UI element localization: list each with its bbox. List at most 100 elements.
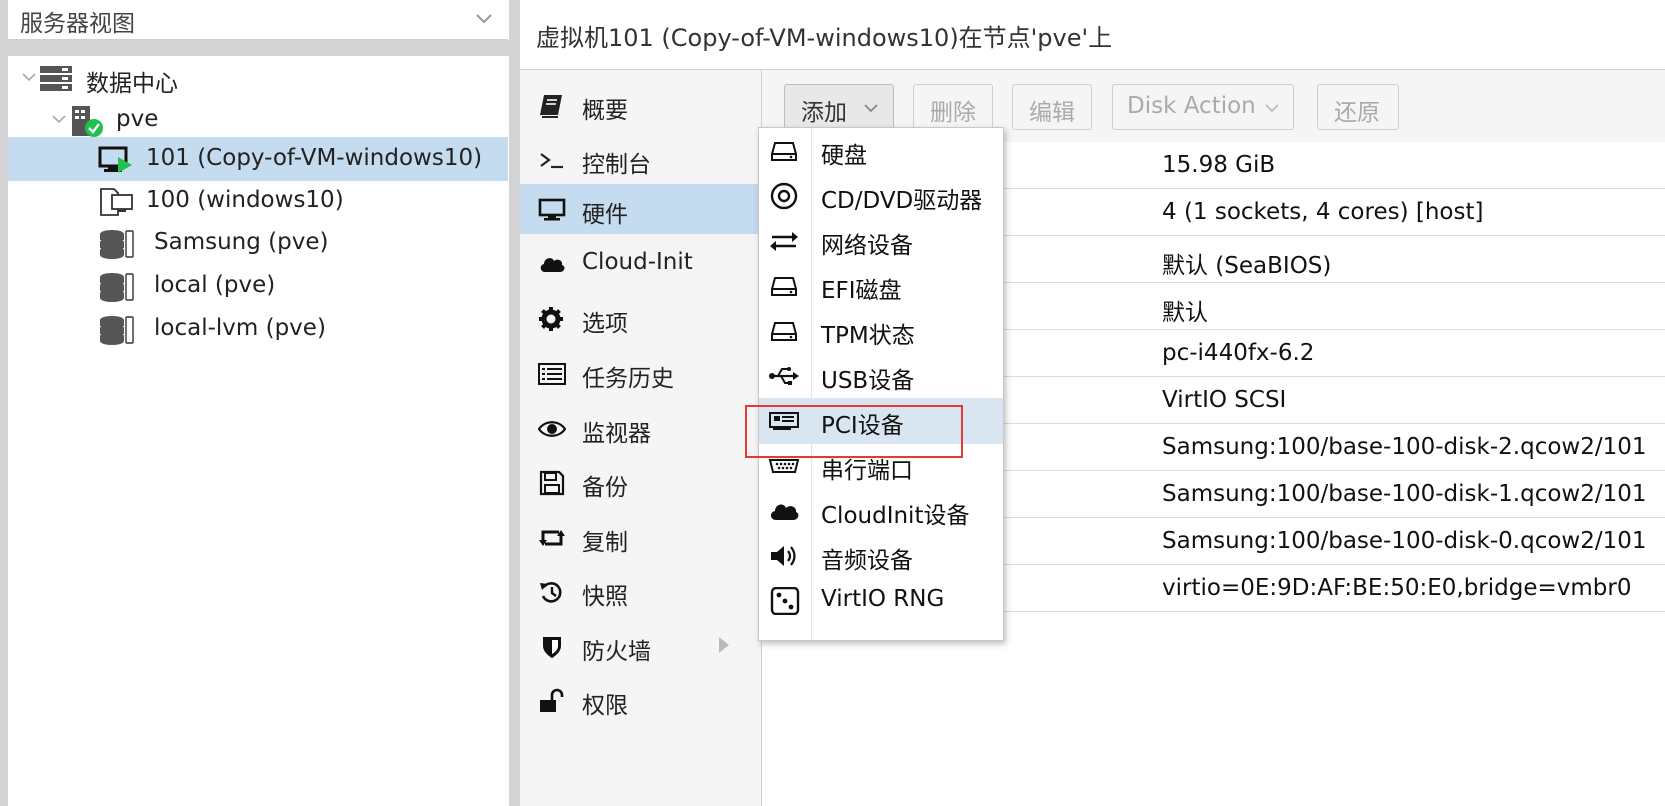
page-title: 虚拟机101 (Copy-of-VM-windows10)在节点'pve'上 [536, 24, 1113, 52]
view-selector[interactable]: 服务器视图 [8, 0, 508, 40]
desktop-icon [538, 198, 566, 221]
nav-item-backup[interactable]: 备份 [520, 457, 761, 507]
nav-item-replication[interactable]: 复制 [520, 512, 761, 562]
grid-cell-value: 4 (1 sockets, 4 cores) [host] [1162, 199, 1484, 225]
menu-item-tpm-state[interactable]: TPM状态 [759, 308, 1003, 354]
book-icon [540, 95, 562, 118]
chevron-down-icon [1265, 104, 1279, 113]
nav-item-label: 防火墙 [582, 639, 651, 665]
nav-item-task-history[interactable]: 任务历史 [520, 348, 761, 398]
tree-item-vm-101[interactable]: 101 (Copy-of-VM-windows10) [8, 137, 508, 181]
nav-item-console[interactable]: 控制台 [520, 134, 761, 184]
view-selector-label: 服务器视图 [20, 11, 135, 37]
volume-icon [771, 546, 796, 566]
nav-item-label: 选项 [582, 311, 628, 337]
hdd-icon [771, 322, 797, 341]
tree-item-storage-local-lvm[interactable]: local-lvm (pve) [8, 307, 508, 351]
menu-item-usb-device[interactable]: USB设备 [759, 353, 1003, 399]
tree-item-datacenter[interactable]: 数据中心 [8, 56, 508, 100]
menu-item-virtio-rng[interactable]: VirtIO RNG [759, 578, 1003, 624]
menu-item-efi-disk[interactable]: EFI磁盘 [759, 263, 1003, 309]
menu-item-label: TPM状态 [821, 323, 915, 349]
add-button[interactable]: 添加 [784, 84, 894, 130]
nav-item-label: 复制 [582, 530, 628, 556]
nav-item-hardware[interactable]: 硬件 [520, 184, 761, 234]
floppy-icon [539, 470, 565, 496]
tree-item-storage-local[interactable]: local (pve) [8, 264, 508, 308]
tree-item-vm-100[interactable]: 100 (windows10) [8, 179, 508, 223]
tree-item-label: local (pve) [154, 272, 276, 298]
page-header: 虚拟机101 (Copy-of-VM-windows10)在节点'pve'上 [520, 0, 1665, 70]
tree-item-label: 数据中心 [86, 71, 178, 97]
nav-item-summary[interactable]: 概要 [520, 80, 761, 130]
delete-button[interactable]: 删除 [913, 84, 993, 130]
eye-icon [538, 421, 566, 437]
tree-item-label: 100 (windows10) [146, 187, 344, 213]
caret-right-icon[interactable] [716, 635, 732, 655]
grid-cell-value: 默认 [1162, 300, 1208, 326]
node-online-icon [72, 106, 103, 137]
hdd-icon [771, 142, 797, 161]
menu-item-label: 音频设备 [821, 548, 913, 574]
tree-item-label: Samsung (pve) [154, 229, 329, 255]
shield-icon [543, 637, 561, 658]
dice-icon [770, 587, 800, 615]
nav-item-label: 备份 [582, 475, 628, 501]
nav-item-cloud-init[interactable]: Cloud-Init [520, 238, 761, 288]
resource-tree-panel: 服务器视图 数据中心 pve 101 (Copy-of-VM-windows10… [0, 0, 509, 806]
grid-cell-value: virtio=0E:9D:AF:BE:50:E0,bridge=vmbr0 [1162, 575, 1632, 601]
unlock-icon [540, 688, 564, 712]
menu-item-cloudinit-drive[interactable]: CloudInit设备 [759, 488, 1003, 534]
tree-item-label: pve [116, 106, 159, 132]
menu-item-label: USB设备 [821, 368, 915, 394]
nav-item-snapshots[interactable]: 快照 [520, 566, 761, 616]
grid-cell-value: pc-i440fx-6.2 [1162, 340, 1315, 366]
disk-action-button[interactable]: Disk Action [1112, 84, 1294, 130]
app-window: 服务器视图 数据中心 pve 101 (Copy-of-VM-windows10… [0, 0, 1665, 806]
grid-cell-value: Samsung:100/base-100-disk-1.qcow2/101 [1162, 481, 1647, 507]
main-panel: 虚拟机101 (Copy-of-VM-windows10)在节点'pve'上 概… [520, 0, 1665, 806]
chevron-down-icon [864, 104, 878, 113]
nav-item-firewall[interactable]: 防火墙 [520, 621, 761, 671]
menu-item-label: VirtIO RNG [821, 586, 945, 612]
nav-item-label: 快照 [582, 584, 628, 610]
menu-item-label: EFI磁盘 [821, 278, 902, 304]
hdd-icon [771, 277, 797, 296]
resource-tree: 数据中心 pve 101 (Copy-of-VM-windows10) 100 … [8, 56, 508, 806]
nav-item-label: 概要 [582, 98, 628, 124]
storage-icon [100, 273, 134, 302]
grid-cell-value: VirtIO SCSI [1162, 387, 1287, 413]
history-icon [540, 582, 562, 603]
gear-icon [539, 307, 563, 331]
edit-button[interactable]: 编辑 [1012, 84, 1092, 130]
nav-item-permissions[interactable]: 权限 [520, 675, 761, 725]
panel-splitter[interactable] [509, 0, 520, 806]
nav-item-label: Cloud-Init [582, 249, 693, 275]
menu-item-audio-device[interactable]: 音频设备 [759, 533, 1003, 579]
menu-item-hard-disk[interactable]: 硬盘 [759, 128, 1003, 174]
tree-item-node-pve[interactable]: pve [8, 98, 508, 142]
storage-icon [100, 316, 134, 345]
nav-item-options[interactable]: 选项 [520, 293, 761, 343]
nav-item-label: 任务历史 [582, 366, 674, 392]
nav-item-label: 硬件 [582, 202, 628, 228]
disc-icon [770, 182, 798, 210]
menu-item-cd-dvd-drive[interactable]: CD/DVD驱动器 [759, 173, 1003, 219]
revert-button[interactable]: 还原 [1317, 84, 1399, 130]
nav-item-monitor[interactable]: 监视器 [520, 403, 761, 453]
menu-item-network-device[interactable]: 网络设备 [759, 218, 1003, 264]
nav-item-label: 监视器 [582, 421, 651, 447]
menu-item-label: CD/DVD驱动器 [821, 188, 983, 214]
grid-cell-value: Samsung:100/base-100-disk-2.qcow2/101 [1162, 434, 1647, 460]
tree-item-storage-samsung[interactable]: Samsung (pve) [8, 221, 508, 265]
vm-running-icon [98, 146, 132, 173]
grid-cell-value: Samsung:100/base-100-disk-0.qcow2/101 [1162, 528, 1647, 554]
add-hardware-menu: 硬盘 CD/DVD驱动器 网络设备 EFI磁盘 TPM状态 USB设备 PCI设… [758, 127, 1004, 641]
nav-item-label: 控制台 [582, 152, 651, 178]
grid-cell-value: 15.98 GiB [1162, 152, 1276, 178]
datacenter-icon [40, 66, 72, 91]
chevron-down-icon[interactable] [50, 110, 68, 128]
menu-item-label: 硬盘 [821, 143, 867, 169]
grid-cell-value: 默认 (SeaBIOS) [1162, 253, 1332, 279]
chevron-down-icon[interactable] [20, 68, 38, 86]
